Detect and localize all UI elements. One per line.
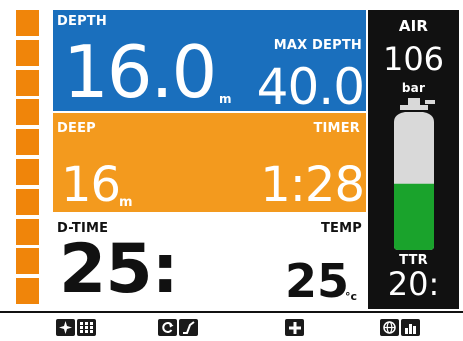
ascent-bar-segment xyxy=(16,129,39,156)
ascent-bar-segment xyxy=(16,159,39,185)
temp-unit: °c xyxy=(345,290,358,303)
refresh-icon xyxy=(162,322,174,333)
deep-stop-value: 16 xyxy=(61,157,121,213)
air-label: AIR xyxy=(398,17,429,35)
depth-value: 16.0 xyxy=(63,30,217,114)
depth-label: DEPTH xyxy=(57,14,107,29)
deep-label: DEEP xyxy=(57,121,96,136)
refresh-button[interactable] xyxy=(158,319,177,336)
ttr-value: 20: xyxy=(387,265,440,303)
plus-icon xyxy=(288,321,301,334)
depth-unit: m xyxy=(219,92,232,106)
ascent-bar-segment xyxy=(16,188,39,215)
air-panel: AIR 106 bar TTR 20: xyxy=(368,10,459,309)
ascent-bar-segment xyxy=(16,278,39,305)
ascent-bar-segment xyxy=(16,218,39,245)
grid-button[interactable] xyxy=(77,319,96,336)
compass-button[interactable] xyxy=(56,319,75,336)
grid-icon xyxy=(80,322,93,333)
max-depth-value: 40.0 xyxy=(256,58,365,116)
bar-chart-button[interactable] xyxy=(401,319,420,336)
depth-panel: DEPTH 16.0 m MAX DEPTH 40.0 xyxy=(53,10,366,116)
dive-time-value: 25: xyxy=(59,230,179,309)
dive-time-panel: D-TIME 25: TEMP 25 °c xyxy=(53,214,366,309)
tank-icon xyxy=(394,98,435,250)
timer-label: TIMER xyxy=(313,121,360,136)
footer-divider xyxy=(0,311,463,313)
ascent-bar-segment xyxy=(16,99,39,126)
tank-fill-level xyxy=(394,183,434,250)
deep-stop-panel: DEEP 16 m TIMER 1:28 xyxy=(53,113,366,212)
globe-icon xyxy=(383,321,396,334)
temp-label: TEMP xyxy=(320,221,362,236)
air-pressure-value: 106 xyxy=(382,40,445,78)
compass-icon xyxy=(59,321,72,334)
temp-value: 25 xyxy=(285,254,350,308)
deep-stop-unit: m xyxy=(119,195,133,210)
globe-button[interactable] xyxy=(380,319,399,336)
air-pressure-unit: bar xyxy=(401,81,426,95)
ascent-bar-segment xyxy=(16,39,39,66)
bar-chart-icon xyxy=(405,323,416,334)
timer-value: 1:28 xyxy=(260,157,365,213)
max-depth-label: MAX DEPTH xyxy=(273,38,362,53)
ascent-bar-segment xyxy=(16,248,39,275)
ascent-profile-button[interactable] xyxy=(179,319,198,336)
ascent-bar-segment xyxy=(16,69,39,96)
add-button[interactable] xyxy=(285,319,304,336)
ascent-profile-icon xyxy=(183,321,195,334)
ascent-bar-segment xyxy=(16,10,39,36)
